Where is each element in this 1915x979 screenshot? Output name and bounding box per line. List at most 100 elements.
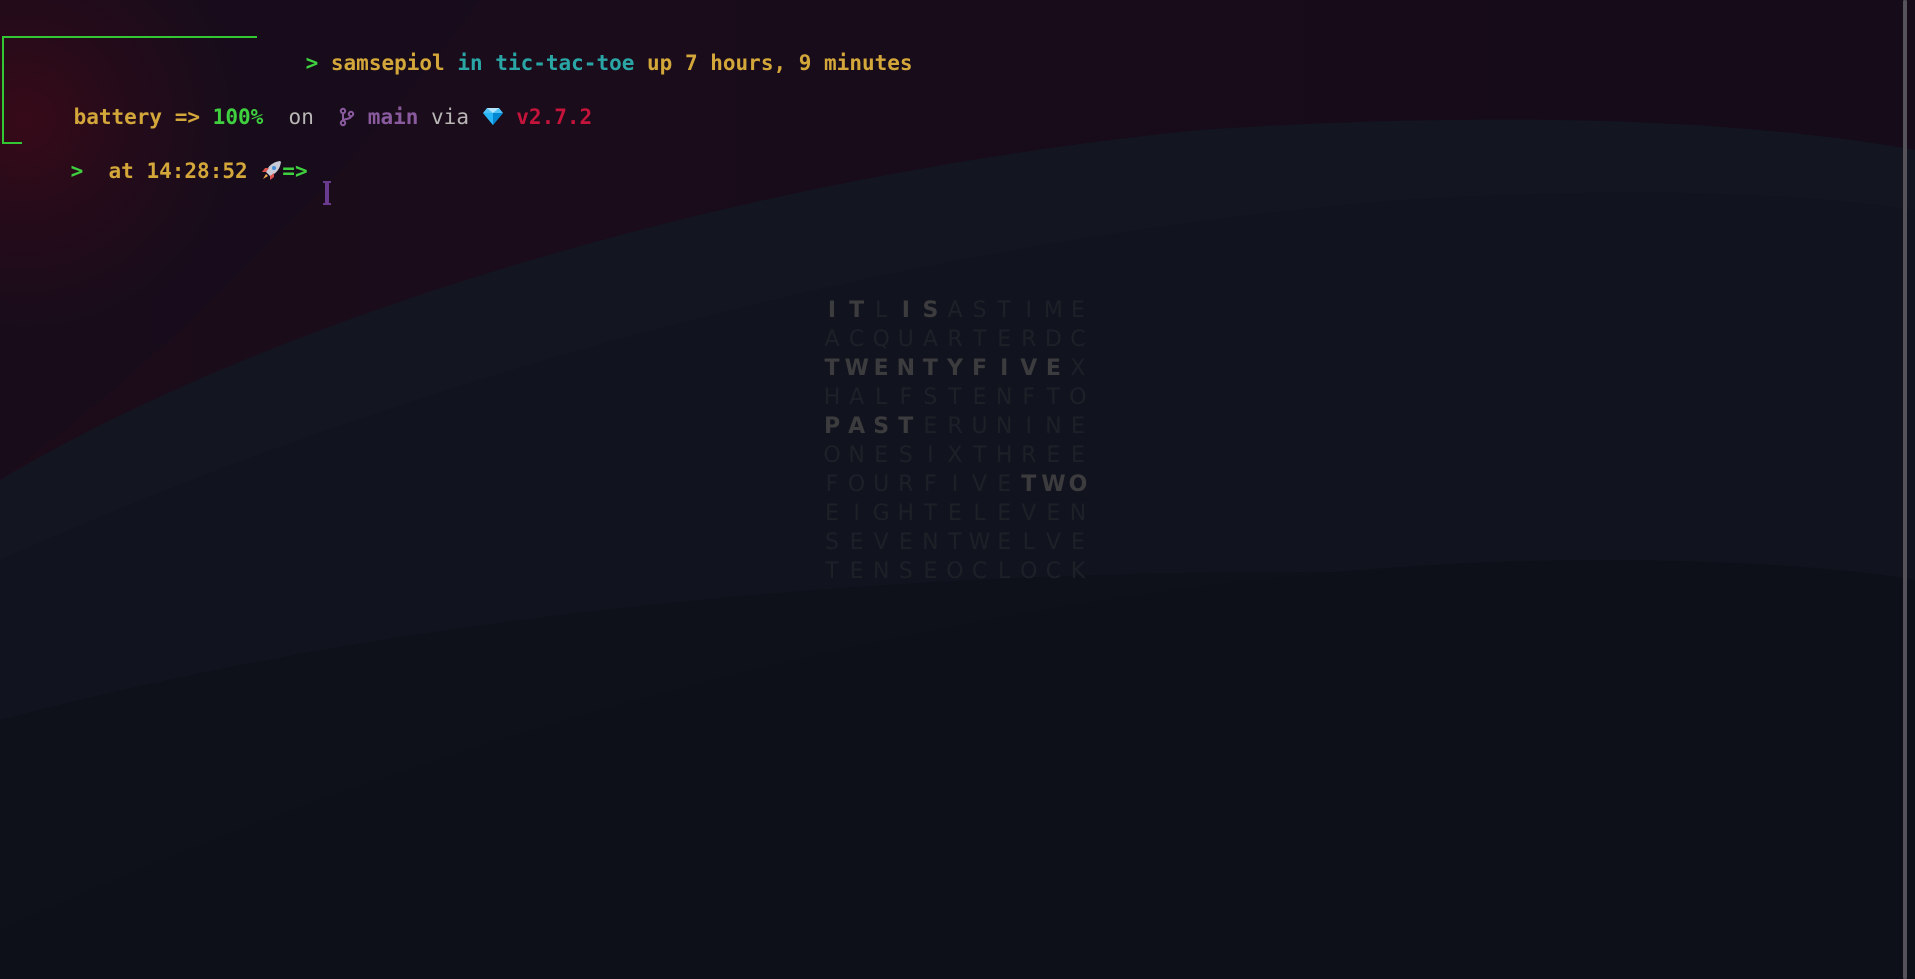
word-clock-letter: I <box>853 501 860 526</box>
word-clock-letter: S <box>923 385 938 410</box>
scrollbar-thumb[interactable] <box>1903 0 1907 979</box>
prompt-bracket-top <box>2 36 257 38</box>
word-clock-letter: L <box>875 298 888 323</box>
word-clock-row: PASTERUNINE <box>820 412 1090 441</box>
word-clock-letter: S <box>898 559 913 584</box>
word-clock-letter: E <box>997 327 1012 352</box>
word-clock-letter: W <box>968 530 991 555</box>
word-clock-letter: D <box>1044 327 1062 352</box>
word-clock-letter: T <box>849 298 865 323</box>
word-clock-letter: H <box>995 443 1013 468</box>
word-clock-letter: H <box>823 385 841 410</box>
word-clock-letter: E <box>849 530 864 555</box>
word-clock-letter: I <box>901 298 910 323</box>
word-clock-letter: T <box>972 443 987 468</box>
word-clock-letter: V <box>972 472 988 497</box>
word-clock-letter: E <box>898 530 913 555</box>
text-cursor-icon <box>323 181 331 205</box>
word-clock-letter: S <box>898 443 913 468</box>
word-clock-letter: E <box>972 385 987 410</box>
word-clock-letter: E <box>849 559 864 584</box>
word-clock-letter: Y <box>947 356 963 381</box>
word-clock-letter: R <box>898 472 914 497</box>
word-clock-letter: O <box>1069 385 1087 410</box>
word-clock-letter: T <box>997 298 1011 323</box>
ruby-version: v2.7.2 <box>516 105 593 129</box>
word-clock-letter: U <box>873 472 890 497</box>
word-clock-letter: F <box>972 356 988 381</box>
word-clock-letter: I <box>927 443 934 468</box>
word-clock-letter: H <box>897 501 915 526</box>
word-clock-letter: S <box>825 530 839 555</box>
word-clock-letter: L <box>1022 530 1035 555</box>
word-clock-letter: C <box>848 327 865 352</box>
word-clock-letter: N <box>922 530 939 555</box>
word-clock-letter: E <box>1070 414 1085 439</box>
word-clock-letter: C <box>1045 559 1062 584</box>
prompt-line-3: > at 14:28:52 => <box>20 129 308 213</box>
word-clock-letter: F <box>825 472 839 497</box>
word-clock-letter: L <box>875 385 888 410</box>
word-clock-letter: S <box>873 414 890 439</box>
word-clock-letter: E <box>1046 443 1061 468</box>
at-word: at <box>108 159 134 183</box>
word-clock-letter: G <box>872 501 890 526</box>
word-clock-letter: I <box>951 472 959 497</box>
on-word: on <box>288 105 314 129</box>
uptime-text: up 7 hours, 9 minutes <box>647 51 913 75</box>
word-clock-letter: N <box>995 414 1013 439</box>
username: samsepiol <box>330 51 445 75</box>
word-clock-letter: W <box>844 356 869 381</box>
word-clock-letter: S <box>922 298 939 323</box>
word-clock-letter: T <box>948 385 962 410</box>
via-word: via <box>431 105 469 129</box>
word-clock-letter: E <box>825 501 839 526</box>
word-clock-letter: P <box>823 414 841 439</box>
word-clock-letter: E <box>997 472 1012 497</box>
word-clock-letter: F <box>924 472 937 497</box>
word-clock-letter: N <box>1045 414 1062 439</box>
word-clock-letter: N <box>848 443 865 468</box>
word-clock-letter: E <box>997 530 1012 555</box>
scrollbar[interactable] <box>1903 0 1907 979</box>
word-clock-letter: E <box>948 501 962 526</box>
word-clock-letter: O <box>1020 559 1038 584</box>
rocket-icon <box>262 161 282 180</box>
word-clock-letter: I <box>1025 298 1033 323</box>
word-clock-letter: V <box>873 530 889 555</box>
word-clock-letter: X <box>947 443 963 468</box>
word-clock-row: FOURFIVETWO <box>820 470 1090 499</box>
word-clock-row: ONESIXTHREE <box>820 441 1090 470</box>
word-clock: ITLISASTIMEACQUARTERDCTWENTYFIVEXHALFSTE… <box>820 296 1090 586</box>
word-clock-letter: E <box>923 414 938 439</box>
word-clock-row: TWENTYFIVEX <box>820 354 1090 383</box>
word-clock-letter: N <box>896 356 915 381</box>
word-clock-letter: A <box>947 298 963 323</box>
word-clock-letter: O <box>823 443 841 468</box>
word-clock-letter: E <box>1045 356 1061 381</box>
terminal-window[interactable]: > samsepiol in tic-tac-toe up 7 hours, 9… <box>0 0 1915 979</box>
word-clock-letter: T <box>923 501 938 526</box>
word-clock-row: SEVENTWELVE <box>820 528 1090 557</box>
word-clock-letter: V <box>1021 501 1037 526</box>
word-clock-letter: T <box>922 356 938 381</box>
word-clock-row: ACQUARTERDC <box>820 325 1090 354</box>
word-clock-letter: C <box>971 559 988 584</box>
word-clock-letter: R <box>1021 327 1037 352</box>
word-clock-letter: R <box>947 414 963 439</box>
word-clock-letter: N <box>872 559 890 584</box>
word-clock-row: ITLISASTIME <box>820 296 1090 325</box>
word-clock-row: TENSEOCLOCK <box>820 557 1090 586</box>
word-clock-letter: R <box>947 327 963 352</box>
word-clock-letter: N <box>1069 501 1087 526</box>
word-clock-row: HALFSTENFTO <box>820 383 1090 412</box>
prompt-bracket-bottom <box>2 142 22 144</box>
word-clock-letter: A <box>849 385 865 410</box>
word-clock-letter: E <box>874 443 889 468</box>
word-clock-letter: A <box>848 414 866 439</box>
word-clock-letter: L <box>998 559 1011 584</box>
word-clock-letter: E <box>1070 443 1085 468</box>
word-clock-letter: N <box>995 385 1013 410</box>
battery-value: 100% <box>212 105 264 129</box>
word-clock-letter: K <box>1070 559 1086 584</box>
